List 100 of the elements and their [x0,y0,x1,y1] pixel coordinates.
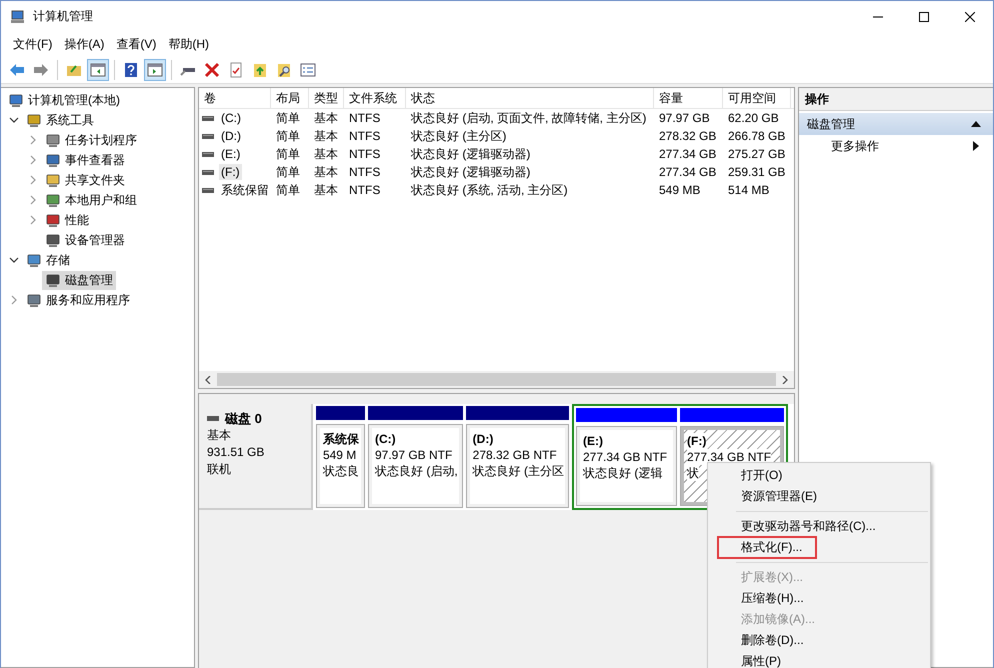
chevron-right-icon[interactable] [28,195,38,205]
partition-status: 状态良 [322,463,359,479]
partition-status: 状态良好 (启动, [374,463,458,479]
table-cell[interactable]: (F:) [219,164,242,180]
scrollbar[interactable] [199,371,794,388]
collapse-icon[interactable] [971,121,981,127]
partition-size: 278.32 GB NTF [472,447,557,463]
table-cell[interactable]: (C:) [219,110,243,126]
partition-name: 系统保 [322,431,359,447]
computer-icon [8,92,24,108]
table-cell: 基本 [314,182,338,198]
table-cell[interactable]: (D:) [219,128,243,144]
chevron-right-icon[interactable] [28,175,38,185]
arrow-left-icon[interactable] [204,376,212,384]
actions-header: 操作 [799,88,993,111]
column-header[interactable]: 文件系统 [344,88,406,108]
menu-item[interactable]: 属性(P) [708,651,930,668]
table-cell: 简单 [276,110,300,126]
arrow-right-icon[interactable] [781,376,789,384]
table-cell: 514 MB [728,183,770,197]
table-cell: NTFS [349,129,380,143]
partition-size: 277.34 GB NTF [583,449,668,465]
chevron-right-icon[interactable] [28,135,38,145]
menu-item[interactable]: 文件(F) [7,34,58,54]
maximize-icon[interactable] [919,12,929,22]
section-title: 磁盘管理 [807,116,855,132]
tree-item[interactable]: 磁盘管理 [42,270,116,290]
partition-status: 状 [687,465,699,481]
menu-item[interactable]: 查看(V) [110,34,162,54]
action-link[interactable]: 更多操作 [831,138,879,154]
menu-item[interactable]: 帮助(H) [162,34,215,54]
column-header[interactable]: 状态 [406,88,654,108]
chevron-right-icon[interactable] [9,295,19,305]
partition-status: 状态良好 (主分区 [472,463,564,479]
tree-item[interactable]: 事件查看器 [42,150,128,170]
menu-item[interactable]: 格式化(F)... [718,537,816,558]
partition-status: 状态良好 (逻辑 [583,465,662,481]
tree-item[interactable]: 服务和应用程序 [23,290,133,310]
menu-item[interactable]: 压缩卷(H)... [708,588,930,609]
menu-item[interactable]: 更改驱动器号和路径(C)... [708,516,930,537]
tree-item[interactable]: 本地用户和组 [42,190,140,210]
table-cell: 状态良好 (系统, 活动, 主分区) [411,182,568,198]
tree-item[interactable]: 系统工具 [23,110,97,130]
partition-name: (C:) [374,431,396,447]
table-cell: 278.32 GB [659,129,716,143]
pane-icon[interactable] [144,58,166,80]
table-cell: 状态良好 (逻辑驱动器) [411,164,530,180]
table-cell: 266.78 GB [728,129,786,143]
table-cell[interactable]: 系统保留 [219,180,271,200]
chevron-down-icon[interactable] [9,255,19,265]
menu-item[interactable]: 删除卷(D)... [708,630,930,651]
chevron-right-icon[interactable] [28,215,38,225]
table-cell: 状态良好 (主分区) [411,128,506,144]
disk-info-panel[interactable]: 磁盘 0 基本 931.51 GB 联机 [199,404,313,510]
menu-item[interactable]: 操作(A) [58,34,110,54]
partition-header-bar [316,406,365,420]
chevron-right-icon[interactable] [28,155,38,165]
table-cell: NTFS [349,147,380,161]
table-cell: 简单 [276,182,300,198]
disk-status: 联机 [207,461,232,478]
disk-name: 磁盘 0 [225,410,262,427]
table-cell: 基本 [314,146,338,162]
disk-type: 基本 [207,427,232,444]
partition-name: (E:) [583,433,603,449]
column-header[interactable]: 类型 [309,88,344,108]
partition-size: 549 M [322,447,356,463]
computer-icon [10,8,26,24]
partition-name: (F:) [687,433,706,449]
tree-item[interactable]: 设备管理器 [42,230,128,250]
tree-item[interactable]: 共享文件夹 [42,170,128,190]
table-cell: 基本 [314,110,338,126]
table-cell: 97.97 GB [659,111,710,125]
table-cell: NTFS [349,183,380,197]
disk-size: 931.51 GB [207,444,266,461]
column-header[interactable]: 卷 [199,88,271,108]
close-icon[interactable] [965,12,975,22]
table-cell: 状态良好 (逻辑驱动器) [411,146,530,162]
partition-size: 97.97 GB NTF [374,447,452,463]
tree-item[interactable]: 任务计划程序 [42,130,140,150]
table-cell: NTFS [349,165,380,179]
tree-item[interactable]: 存储 [23,250,73,270]
table-cell: 277.34 GB [659,165,716,179]
table-cell[interactable]: (E:) [219,146,242,162]
column-header[interactable]: 容量 [654,88,723,108]
tree-item[interactable]: 性能 [42,210,92,230]
table-cell: 62.20 GB [728,111,779,125]
partition-name: (D:) [472,431,494,447]
pane-icon[interactable] [87,58,109,80]
column-header[interactable]: 布局 [271,88,309,108]
column-header[interactable]: 可用空间 [723,88,791,108]
table-cell: 277.34 GB [659,147,716,161]
actions-section[interactable]: 磁盘管理 [799,113,993,135]
tree-item[interactable]: 计算机管理(本地) [5,90,123,110]
submenu-arrow-icon [973,141,979,151]
table-cell: 275.27 GB [728,147,786,161]
table-cell: 549 MB [659,183,700,197]
table-cell: 简单 [276,146,300,162]
table-cell: 259.31 GB [728,165,786,179]
table-cell: 简单 [276,164,300,180]
chevron-down-icon[interactable] [9,115,19,125]
